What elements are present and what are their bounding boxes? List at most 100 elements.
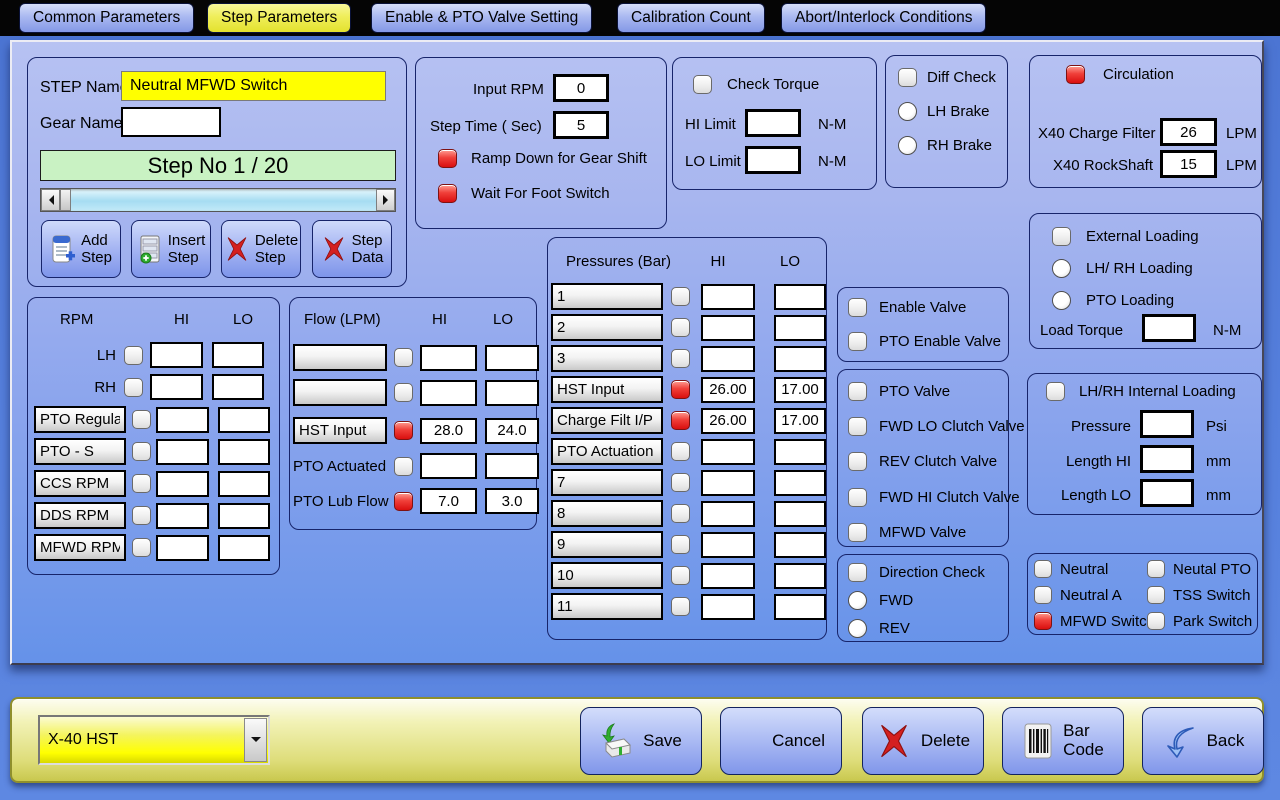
back-button[interactable]: Back — [1142, 707, 1264, 775]
dds-rpm-lo-field[interactable] — [218, 503, 270, 529]
pressure-row1-hi-field[interactable] — [701, 284, 755, 310]
foot-switch-checkbox[interactable] — [438, 184, 457, 203]
fwd-lo-clutch-valve-checkbox[interactable] — [848, 417, 867, 436]
lo-limit-field[interactable] — [745, 146, 801, 174]
pressure-name-box[interactable] — [551, 438, 663, 465]
rpm-lh-checkbox[interactable] — [124, 346, 143, 365]
rpm-rh-hi-field[interactable] — [150, 374, 203, 400]
ccs-rpm-lo-field[interactable] — [218, 471, 270, 497]
hst-input-pressure-hi-field[interactable] — [701, 377, 755, 403]
pressure-row2-lo-field[interactable] — [774, 315, 826, 341]
tab-common-parameters[interactable]: Common Parameters — [19, 3, 194, 33]
rpm-rh-checkbox[interactable] — [124, 378, 143, 397]
cancel-button[interactable]: Cancel — [720, 707, 842, 775]
neutal-pto-checkbox[interactable] — [1147, 560, 1165, 578]
rpm-name-box[interactable] — [34, 534, 126, 561]
flow-name-box[interactable] — [293, 379, 387, 406]
tab-calibration-count[interactable]: Calibration Count — [617, 3, 765, 33]
hst-input-pressure-lo-field[interactable] — [774, 377, 826, 403]
mfwd-rpm-checkbox[interactable] — [132, 538, 151, 557]
tab-abort-interlock-conditions[interactable]: Abort/Interlock Conditions — [781, 3, 986, 33]
internal-loading-checkbox[interactable] — [1046, 382, 1065, 401]
insert-step-button[interactable]: InsertStep — [131, 220, 211, 278]
pressure-row3-hi-field[interactable] — [701, 346, 755, 372]
pto-regular-hi-field[interactable] — [156, 407, 209, 433]
pto-enable-valve-checkbox[interactable] — [848, 332, 867, 351]
hst-input-flow-checkbox[interactable] — [394, 421, 413, 440]
save-button[interactable]: Save — [580, 707, 702, 775]
bar-code-button[interactable]: BarCode — [1002, 707, 1124, 775]
pto-lub-flow-checkbox[interactable] — [394, 492, 413, 511]
flow-row2-checkbox[interactable] — [394, 383, 413, 402]
pressure-row8-checkbox[interactable] — [671, 504, 690, 523]
pressure-row10-checkbox[interactable] — [671, 566, 690, 585]
flow-row1-hi-field[interactable] — [420, 345, 477, 371]
length-lo-field[interactable] — [1140, 479, 1194, 507]
rpm-lh-hi-field[interactable] — [150, 342, 203, 368]
pto-actuation-lo-field[interactable] — [774, 439, 826, 465]
rockshaft-field[interactable] — [1160, 150, 1217, 178]
rpm-lh-lo-field[interactable] — [212, 342, 264, 368]
flow-name-box[interactable] — [293, 344, 387, 371]
ramp-down-checkbox[interactable] — [438, 149, 457, 168]
pressure-name-box[interactable] — [551, 469, 663, 496]
hst-input-flow-hi-field[interactable] — [420, 418, 477, 444]
pressure-row11-lo-field[interactable] — [774, 594, 826, 620]
tss-switch-checkbox[interactable] — [1147, 586, 1165, 604]
diff-check-checkbox[interactable] — [898, 68, 917, 87]
pressure-name-box[interactable] — [551, 500, 663, 527]
flow-name-box[interactable] — [293, 417, 387, 444]
chevron-down-icon[interactable] — [244, 718, 267, 762]
pressure-name-box[interactable] — [551, 531, 663, 558]
mfwd-rpm-hi-field[interactable] — [156, 535, 209, 561]
pto-s-lo-field[interactable] — [218, 439, 270, 465]
rh-brake-radio[interactable] — [898, 136, 917, 155]
flow-row1-lo-field[interactable] — [485, 345, 539, 371]
pto-s-checkbox[interactable] — [132, 442, 151, 461]
pressure-row9-lo-field[interactable] — [774, 532, 826, 558]
pto-regular-lo-field[interactable] — [218, 407, 270, 433]
pto-actuated-lo-field[interactable] — [485, 453, 539, 479]
pressure-name-box[interactable] — [551, 593, 663, 620]
pressure-name-box[interactable] — [551, 345, 663, 372]
enable-valve-checkbox[interactable] — [848, 298, 867, 317]
scroll-right-button[interactable] — [376, 189, 395, 211]
ccs-rpm-hi-field[interactable] — [156, 471, 209, 497]
pressure-row1-lo-field[interactable] — [774, 284, 826, 310]
charge-filt-hi-field[interactable] — [701, 408, 755, 434]
pto-valve-checkbox[interactable] — [848, 382, 867, 401]
mfwd-valve-checkbox[interactable] — [848, 523, 867, 542]
pressure-row11-hi-field[interactable] — [701, 594, 755, 620]
neutral-checkbox[interactable] — [1034, 560, 1052, 578]
pressure-row10-hi-field[interactable] — [701, 563, 755, 589]
add-step-button[interactable]: AddStep — [41, 220, 121, 278]
pressure-row7-lo-field[interactable] — [774, 470, 826, 496]
pto-s-hi-field[interactable] — [156, 439, 209, 465]
pressure-row2-hi-field[interactable] — [701, 315, 755, 341]
pressure-row3-checkbox[interactable] — [671, 349, 690, 368]
pressure-row1-checkbox[interactable] — [671, 287, 690, 306]
scroll-left-button[interactable] — [41, 189, 60, 211]
pressure-row8-hi-field[interactable] — [701, 501, 755, 527]
step-scrollbar[interactable] — [40, 188, 396, 212]
fwd-radio[interactable] — [848, 591, 867, 610]
flow-row1-checkbox[interactable] — [394, 348, 413, 367]
pto-actuation-hi-field[interactable] — [701, 439, 755, 465]
tab-step-parameters[interactable]: Step Parameters — [207, 3, 351, 33]
external-loading-checkbox[interactable] — [1052, 227, 1071, 246]
mfwd-rpm-lo-field[interactable] — [218, 535, 270, 561]
delete-button[interactable]: Delete — [862, 707, 984, 775]
charge-filter-field[interactable] — [1160, 118, 1217, 146]
circulation-checkbox[interactable] — [1066, 65, 1085, 84]
pressure-row3-lo-field[interactable] — [774, 346, 826, 372]
pressure-row9-hi-field[interactable] — [701, 532, 755, 558]
model-select[interactable]: X-40 HST — [38, 715, 270, 765]
gear-name-input[interactable] — [121, 107, 221, 137]
pressure-row7-checkbox[interactable] — [671, 473, 690, 492]
ccs-rpm-checkbox[interactable] — [132, 474, 151, 493]
pto-actuated-checkbox[interactable] — [394, 457, 413, 476]
rpm-name-box[interactable] — [34, 406, 126, 433]
scroll-track[interactable] — [71, 189, 376, 211]
step-data-button[interactable]: StepData — [312, 220, 392, 278]
rpm-name-box[interactable] — [34, 438, 126, 465]
